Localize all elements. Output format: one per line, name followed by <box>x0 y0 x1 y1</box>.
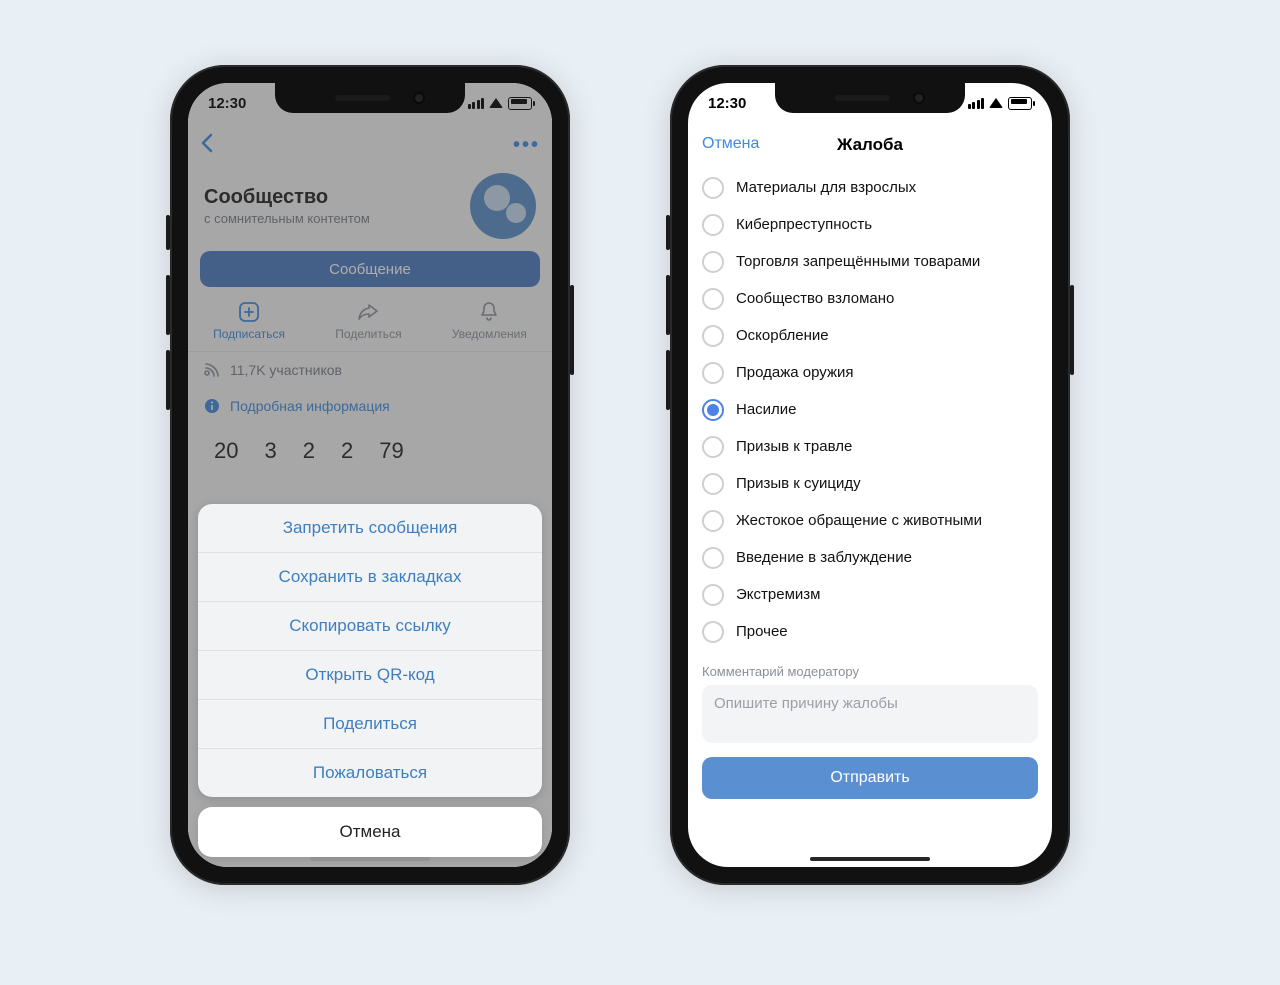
radio-icon <box>702 473 724 495</box>
report-reason-option[interactable]: Жестокое обращение с животными <box>702 502 1052 539</box>
radio-icon <box>702 177 724 199</box>
signal-icon <box>968 98 985 109</box>
battery-icon <box>1008 97 1032 110</box>
report-reason-label: Киберпреступность <box>736 216 872 233</box>
report-reason-option[interactable]: Торговля запрещёнными товарами <box>702 243 1052 280</box>
report-reason-label: Продажа оружия <box>736 364 854 381</box>
radio-icon <box>702 362 724 384</box>
report-reason-label: Введение в заблуждение <box>736 549 912 566</box>
sheet-save-bookmark[interactable]: Сохранить в закладках <box>198 552 542 601</box>
report-reason-option[interactable]: Материалы для взрослых <box>702 169 1052 206</box>
sheet-cancel-button[interactable]: Отмена <box>198 807 542 857</box>
report-reason-label: Призыв к травле <box>736 438 852 455</box>
phone-mock-right: 12:30 Отмена Жалоба Материалы для взросл… <box>670 65 1070 885</box>
report-reason-label: Материалы для взрослых <box>736 179 916 196</box>
sheet-block-messages[interactable]: Запретить сообщения <box>198 504 542 552</box>
sheet-report[interactable]: Пожаловаться <box>198 748 542 797</box>
radio-icon <box>702 214 724 236</box>
sheet-copy-link[interactable]: Скопировать ссылку <box>198 601 542 650</box>
report-reason-option[interactable]: Прочее <box>702 613 1052 650</box>
report-reason-option[interactable]: Сообщество взломано <box>702 280 1052 317</box>
report-reason-label: Прочее <box>736 623 788 640</box>
phone-mock-left: 12:30 ••• Сообщ <box>170 65 570 885</box>
sheet-open-qr[interactable]: Открыть QR-код <box>198 650 542 699</box>
report-reason-label: Жестокое обращение с животными <box>736 512 982 529</box>
radio-icon <box>702 288 724 310</box>
report-reason-label: Насилие <box>736 401 797 418</box>
notch <box>275 83 465 113</box>
comment-placeholder-text: Опишите причину жалобы <box>714 695 898 712</box>
report-reason-option[interactable]: Оскорбление <box>702 317 1052 354</box>
radio-icon <box>702 621 724 643</box>
report-reason-label: Оскорбление <box>736 327 829 344</box>
report-header: Отмена Жалоба <box>688 123 1052 167</box>
radio-icon <box>702 584 724 606</box>
page-title: Жалоба <box>837 135 903 155</box>
cancel-button[interactable]: Отмена <box>702 135 759 153</box>
report-reason-label: Торговля запрещёнными товарами <box>736 253 980 270</box>
report-reason-option[interactable]: Введение в заблуждение <box>702 539 1052 576</box>
sheet-share[interactable]: Поделиться <box>198 699 542 748</box>
report-reason-label: Экстремизм <box>736 586 820 603</box>
comment-label: Комментарий модератору <box>688 650 1052 685</box>
report-reasons-list: Материалы для взрослых Киберпреступность Т… <box>688 167 1052 650</box>
radio-icon <box>702 399 724 421</box>
radio-icon <box>702 547 724 569</box>
report-reason-option[interactable]: Насилие <box>702 391 1052 428</box>
radio-icon <box>702 251 724 273</box>
report-reason-label: Призыв к суициду <box>736 475 861 492</box>
radio-icon <box>702 436 724 458</box>
report-reason-option[interactable]: Экстремизм <box>702 576 1052 613</box>
status-time: 12:30 <box>708 95 746 112</box>
report-reason-label: Сообщество взломано <box>736 290 894 307</box>
report-reason-option[interactable]: Призыв к травле <box>702 428 1052 465</box>
action-sheet: Запретить сообщения Сохранить в закладка… <box>198 504 542 857</box>
report-reason-option[interactable]: Киберпреступность <box>702 206 1052 243</box>
comment-input[interactable]: Опишите причину жалобы <box>702 685 1038 743</box>
report-reason-option[interactable]: Призыв к суициду <box>702 465 1052 502</box>
notch <box>775 83 965 113</box>
radio-icon <box>702 325 724 347</box>
report-reason-option[interactable]: Продажа оружия <box>702 354 1052 391</box>
radio-icon <box>702 510 724 532</box>
send-button[interactable]: Отправить <box>702 757 1038 799</box>
home-indicator <box>810 857 930 861</box>
wifi-icon <box>989 98 1003 108</box>
